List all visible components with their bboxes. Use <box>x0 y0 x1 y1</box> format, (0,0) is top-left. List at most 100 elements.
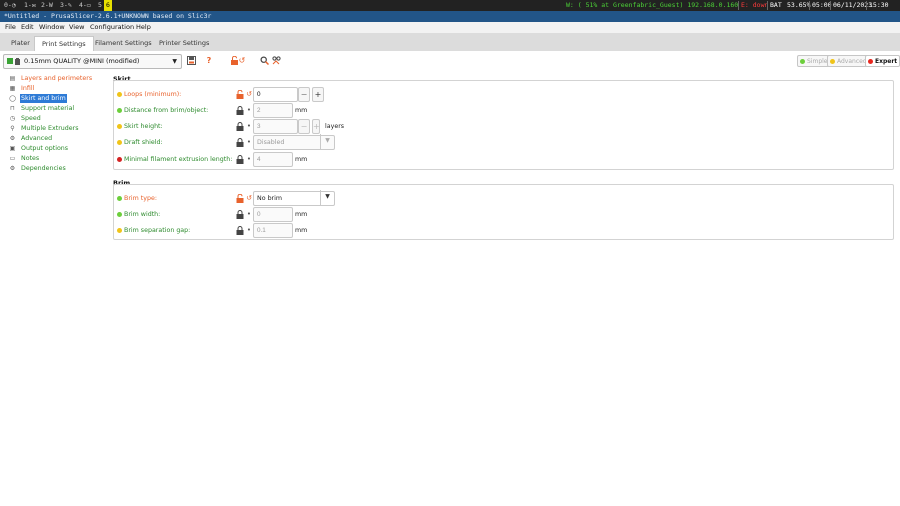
clock-display: 15:30 <box>869 1 889 9</box>
min-extrusion-unit: mm <box>295 156 308 163</box>
cpu-usage: 53.65% <box>787 1 811 9</box>
draft-shield-select[interactable]: Disabled ▼ <box>253 134 335 150</box>
unlock-icon[interactable] <box>236 194 244 203</box>
lock-icon[interactable] <box>236 155 244 164</box>
battery-status: BAT <box>770 1 782 9</box>
undo-icon[interactable]: ↺ <box>237 56 247 66</box>
layers-icon: ▤ <box>9 75 16 82</box>
workspace-6[interactable]: 6 <box>104 0 112 11</box>
workspace-5[interactable]: 5 <box>96 0 104 11</box>
brim-gap-label: Brim separation gap: <box>124 227 191 234</box>
brim-width-unit: mm <box>295 211 308 218</box>
distance-label: Distance from brim/object: <box>124 107 209 114</box>
brim-width-input[interactable] <box>253 207 293 222</box>
draft-shield-row: Draft shield: • Disabled ▼ <box>114 134 874 150</box>
skirt-icon: ◯ <box>9 95 16 102</box>
window-title: *Untitled - PrusaSlicer-2.6.1+UNKNOWN ba… <box>0 11 900 22</box>
preset-label: 0.15mm QUALITY @MINI (modified) <box>24 57 140 65</box>
mode-expert-button[interactable]: Expert <box>865 55 900 67</box>
tab-filament-settings[interactable]: Filament Settings <box>88 36 159 51</box>
mode-dot-icon <box>117 196 122 201</box>
chevron-down-icon: ▼ <box>172 58 177 65</box>
mode-dot-icon <box>117 108 122 113</box>
skirt-height-row: Skirt height: • − + layers <box>114 119 874 134</box>
mode-advanced-button[interactable]: Advanced <box>827 55 870 67</box>
increment-button[interactable]: + <box>312 119 320 134</box>
mode-dot-icon <box>117 157 122 162</box>
question-icon[interactable]: ? <box>204 56 214 66</box>
extruders-icon: ⚲ <box>10 125 15 132</box>
decrement-button[interactable]: − <box>298 87 310 102</box>
skirt-height-input[interactable] <box>253 119 298 134</box>
increment-button[interactable]: + <box>312 87 324 102</box>
tab-printer-settings[interactable]: Printer Settings <box>152 36 216 51</box>
workspace-0[interactable]: 0-◔ <box>2 0 18 11</box>
support-icon: ⊓ <box>10 105 15 112</box>
workspace-4[interactable]: 4-▭ <box>77 0 93 11</box>
draft-shield-label: Draft shield: <box>124 139 163 146</box>
save-preset-icon[interactable] <box>186 56 196 66</box>
undo-icon[interactable]: ↺ <box>245 194 253 203</box>
loops-row: Loops (minimum): ↺ − + <box>114 87 874 102</box>
menu-edit[interactable]: Edit <box>21 22 34 33</box>
mode-dot-icon <box>800 59 805 64</box>
mode-dot-icon <box>117 92 122 97</box>
compare-icon[interactable] <box>271 56 281 66</box>
menu-view[interactable]: View <box>69 22 84 33</box>
ethernet-status: E: down <box>741 1 769 9</box>
workspace-2[interactable]: 2-W <box>39 0 55 11</box>
brim-type-row: Brim type: ↺ No brim ▼ <box>114 190 874 206</box>
distance-row: Distance from brim/object: • mm <box>114 103 874 118</box>
search-icon[interactable] <box>259 56 269 66</box>
main-tabs: Plater Print Settings Filament Settings … <box>0 33 900 51</box>
mode-simple-button[interactable]: Simple <box>797 55 831 67</box>
lock-icon[interactable] <box>236 106 244 115</box>
lock-icon[interactable] <box>236 138 244 147</box>
menu-help[interactable]: Help <box>136 22 151 33</box>
settings-toolbar: 0.15mm QUALITY @MINI (modified) ▼ ? ↺ Si… <box>0 51 900 72</box>
dot-icon: • <box>246 122 252 130</box>
brim-group: Brim type: ↺ No brim ▼ Brim width: • mm … <box>113 184 894 240</box>
distance-unit: mm <box>295 107 308 114</box>
lock-icon[interactable] <box>236 210 244 219</box>
mode-dot-icon <box>830 59 835 64</box>
advanced-icon: ⚙ <box>9 135 16 142</box>
system-status-bar: 0-◔ 1-✉ 2-W 3-✎ 4-▭ 5 6 W: ( 51% at Gree… <box>0 0 900 11</box>
dependencies-icon: ⚙ <box>9 165 16 172</box>
decrement-button[interactable]: − <box>298 119 310 134</box>
menu-configuration[interactable]: Configuration <box>90 22 134 33</box>
unlock-icon[interactable] <box>236 90 244 99</box>
preset-dropdown[interactable]: 0.15mm QUALITY @MINI (modified) ▼ <box>3 54 182 69</box>
mode-dot-icon <box>117 228 122 233</box>
menu-file[interactable]: File <box>5 22 16 33</box>
menu-bar: File Edit Window View Configuration Help <box>0 22 900 33</box>
skirt-group: Loops (minimum): ↺ − + Distance from bri… <box>113 80 894 170</box>
tab-plater[interactable]: Plater <box>4 36 37 51</box>
min-extrusion-label: Minimal filament extrusion length: <box>124 156 233 163</box>
mode-dot-icon <box>868 59 873 64</box>
workspace-1[interactable]: 1-✉ <box>22 0 38 11</box>
brim-gap-input[interactable] <box>253 223 293 238</box>
lock-icon[interactable] <box>236 122 244 131</box>
infill-icon: ▦ <box>9 85 16 92</box>
load-status: 05:00 <box>812 1 832 9</box>
brim-type-select[interactable]: No brim ▼ <box>253 190 335 206</box>
wifi-status: W: ( 51% at Greenfabric_Guest) 192.168.0… <box>566 1 739 9</box>
dot-icon: • <box>246 226 252 234</box>
dot-icon: • <box>246 155 252 163</box>
speed-icon: ◷ <box>9 115 16 122</box>
distance-input[interactable] <box>253 103 293 118</box>
loops-input[interactable] <box>253 87 298 102</box>
chevron-down-icon: ▼ <box>320 190 334 205</box>
flag-icon <box>7 58 20 65</box>
min-extrusion-input[interactable] <box>253 152 293 167</box>
tab-print-settings[interactable]: Print Settings <box>34 36 94 51</box>
workspace-3[interactable]: 3-✎ <box>58 0 74 11</box>
dot-icon: • <box>246 106 252 114</box>
undo-icon[interactable]: ↺ <box>245 90 253 99</box>
notes-icon: ▭ <box>9 155 16 162</box>
output-icon: ▣ <box>9 145 16 152</box>
brim-width-row: Brim width: • mm <box>114 207 874 222</box>
lock-icon[interactable] <box>236 226 244 235</box>
menu-window[interactable]: Window <box>39 22 65 33</box>
